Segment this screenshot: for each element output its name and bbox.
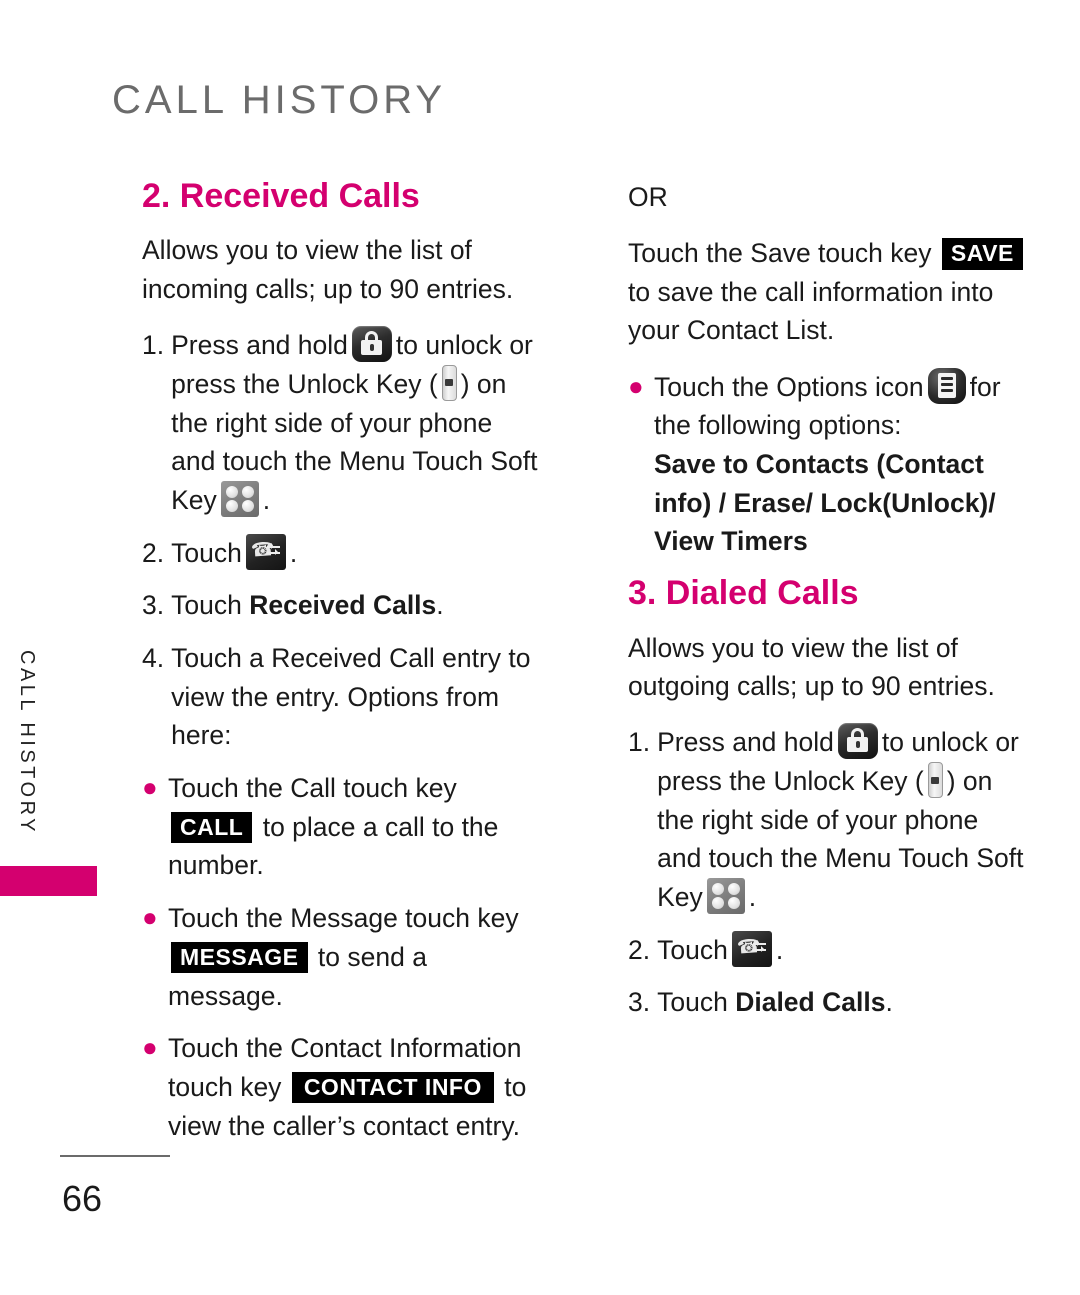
step-text: Press and hold <box>171 330 348 361</box>
step-body: Touch ☎. <box>657 930 1028 970</box>
side-tab-label: CALL HISTORY <box>16 650 38 836</box>
step-body: Touch ☎. <box>171 533 542 573</box>
step-number: 1. <box>142 330 165 361</box>
options-icon <box>927 367 966 404</box>
step-body: Press and hold to unlock or press the Unl… <box>657 723 1028 916</box>
page-number: 66 <box>62 1178 103 1219</box>
step-number: 2. <box>142 537 165 568</box>
step-3-dialed: 3. Touch Dialed Calls. <box>628 983 1028 1022</box>
bullet-body: Touch the Message touch key MESSAGE to s… <box>168 899 542 1015</box>
bullet-message-touch-key: ● Touch the Message touch key MESSAGE to… <box>142 899 542 1015</box>
step-body: Touch Received Calls. <box>171 586 542 625</box>
step-number: 2. <box>628 934 651 965</box>
step-body: Press and hold to unlock or press the Unl… <box>171 326 542 519</box>
menu-soft-key-icon <box>220 480 259 517</box>
options-menu-items: Save to Contacts (Contact info) / Erase/… <box>654 449 996 557</box>
step-1-received: 1. Press and hold to unlock or press the … <box>142 326 542 519</box>
step-text: Touch <box>657 987 728 1018</box>
step-text: Touch <box>171 590 242 621</box>
step-number: 4. <box>142 643 165 674</box>
step-2-dialed: 2. Touch ☎. <box>628 930 1028 970</box>
bullet-options-icon: ● Touch the Options icon for the followin… <box>628 367 1028 561</box>
step-number: 3. <box>628 987 651 1018</box>
lock-icon <box>837 723 878 760</box>
step-text: . <box>775 934 784 965</box>
dialed-calls-intro: Allows you to view the list of outgoing … <box>628 632 995 701</box>
or-label: OR <box>628 182 668 212</box>
lock-icon <box>351 326 392 363</box>
page-title: CALL HISTORY <box>112 78 447 122</box>
save-text: Touch the Save touch key <box>628 238 932 269</box>
save-key-badge[interactable]: SAVE <box>941 238 1023 270</box>
contact-info-key-badge[interactable]: CONTACT INFO <box>291 1071 494 1104</box>
step-2-received: 2. Touch ☎. <box>142 533 542 573</box>
bullet-text: Touch the Options icon <box>654 371 924 402</box>
step-text: . <box>289 537 298 568</box>
step-text: Press and hold <box>657 727 834 758</box>
step-text: . <box>885 987 893 1018</box>
footer-divider <box>60 1155 170 1157</box>
bullet-body: Touch the Call touch key CALL to place a… <box>168 769 542 885</box>
step-1-dialed: 1. Press and hold to unlock or press the … <box>628 723 1028 916</box>
step-text: Touch <box>657 934 728 965</box>
bullet-dot-icon: ● <box>628 370 644 401</box>
step-number: 1. <box>628 727 651 758</box>
bullet-body: Touch the Options icon for the following … <box>654 367 1028 561</box>
save-touch-key-paragraph: Touch the Save touch key SAVE to save th… <box>628 234 1028 349</box>
step-number: 3. <box>142 590 165 621</box>
bullet-dot-icon: ● <box>142 1032 158 1063</box>
bullet-dot-icon: ● <box>142 902 158 933</box>
menu-soft-key-icon <box>706 878 745 915</box>
call-history-icon: ☎ <box>731 930 772 967</box>
step-4-received: 4. Touch a Received Call entry to view t… <box>142 639 542 755</box>
call-history-icon: ☎ <box>245 533 286 570</box>
menu-item-received-calls: Received Calls <box>249 590 437 621</box>
step-text: Touch <box>171 537 242 568</box>
step-text: . <box>262 484 271 515</box>
bullet-text: Touch the Message touch key <box>168 903 519 934</box>
side-tab-color-block <box>0 866 97 896</box>
step-body: Touch Dialed Calls. <box>657 983 1028 1022</box>
section-title-received-calls: 2. Received Calls <box>142 177 420 215</box>
step-text: . <box>748 882 757 913</box>
right-column: OR Touch the Save touch key SAVE to save… <box>628 178 1028 1036</box>
bullet-text: Touch the Call touch key <box>168 773 457 804</box>
received-calls-intro: Allows you to view the list of incoming … <box>142 235 514 304</box>
section-title-dialed-calls: 3. Dialed Calls <box>628 574 859 613</box>
call-key-badge[interactable]: CALL <box>171 811 253 844</box>
bullet-contact-info-touch-key: ● Touch the Contact Information touch ke… <box>142 1029 542 1145</box>
unlock-key-icon <box>927 762 943 799</box>
bullet-dot-icon: ● <box>142 772 158 803</box>
menu-item-dialed-calls: Dialed Calls <box>735 987 886 1018</box>
step-text: . <box>436 590 444 621</box>
unlock-key-icon <box>441 364 457 401</box>
bullet-call-touch-key: ● Touch the Call touch key CALL to place… <box>142 769 542 885</box>
save-text: to save the call information into your C… <box>628 276 994 346</box>
step-body: Touch a Received Call entry to view the … <box>171 643 531 751</box>
bullet-body: Touch the Contact Information touch key … <box>168 1029 542 1145</box>
message-key-badge[interactable]: MESSAGE <box>171 941 308 974</box>
step-3-received: 3. Touch Received Calls. <box>142 586 542 625</box>
left-column: 2. Received Calls Allows you to view the… <box>142 177 542 1159</box>
